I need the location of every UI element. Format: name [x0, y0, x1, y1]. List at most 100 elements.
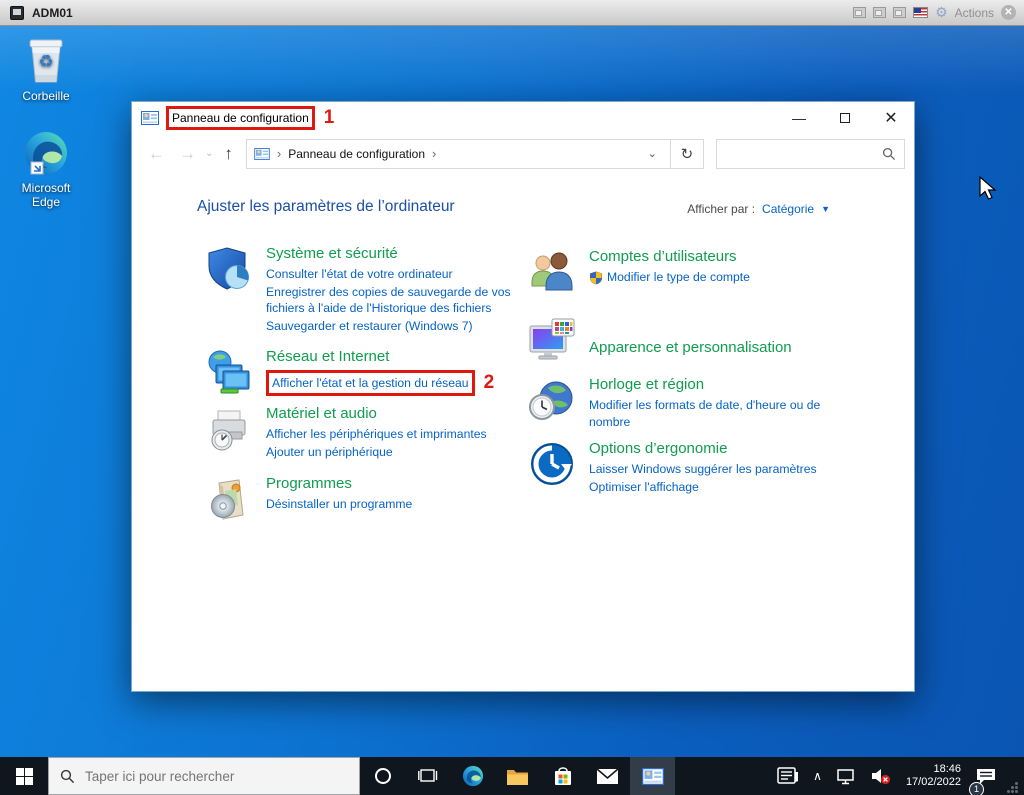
category-link[interactable]: Enregistrer des copies de sauvegarde de … [266, 284, 538, 317]
windows-logo-icon [15, 767, 33, 785]
minimize-button[interactable]: — [776, 102, 822, 133]
clock-date: 17/02/2022 [905, 776, 961, 788]
category-appearance: Apparence et personnalisation [528, 316, 863, 369]
task-view-button[interactable] [405, 757, 450, 795]
category-network-internet: Réseau et Internet Afficher l'état et la… [205, 348, 540, 401]
category-title[interactable]: Réseau et Internet [266, 348, 389, 365]
news-icon [777, 767, 799, 784]
refresh-button[interactable]: ↻ [670, 138, 704, 169]
control-panel-icon [254, 147, 270, 160]
cortana-icon [374, 768, 391, 784]
category-link[interactable]: Consulter l'état de votre ordinateur [266, 266, 453, 283]
desktop-icon-label: Corbeille [22, 89, 70, 103]
view-by-dropdown[interactable]: Catégorie [762, 202, 814, 216]
category-clock-region: Horloge et région Modifier les formats d… [528, 376, 863, 431]
vm-thumbnail-icon[interactable] [873, 7, 887, 18]
recycle-bin-icon: ♻ [29, 39, 63, 83]
annotation-number-2: 2 [483, 372, 495, 393]
category-title[interactable]: Matériel et audio [266, 405, 377, 422]
keyboard-layout-flag-icon[interactable] [913, 7, 929, 18]
news-widget-button[interactable] [770, 757, 806, 795]
close-button[interactable]: ✕ [868, 102, 914, 133]
category-link[interactable]: Ajouter un périphérique [266, 444, 393, 461]
clock-time: 18:46 [933, 763, 961, 775]
shield-security-icon [205, 245, 253, 335]
task-view-icon [417, 769, 437, 782]
category-system-security: Système et sécurité Consulter l'état de … [205, 245, 540, 335]
category-title[interactable]: Système et sécurité [266, 245, 398, 262]
category-link[interactable]: Modifier le type de compte [607, 269, 750, 286]
volume-tray-button[interactable] [863, 757, 898, 795]
taskbar-explorer-button[interactable] [495, 757, 540, 795]
taskbar-clock[interactable]: 18:46 17/02/2022 [898, 763, 969, 789]
taskbar-store-button[interactable] [540, 757, 585, 795]
volume-muted-icon [871, 769, 891, 785]
taskbar-control-panel-button[interactable] [630, 757, 675, 795]
vm-actions-button[interactable]: Actions [955, 6, 994, 20]
address-bar[interactable]: › Panneau de configuration › ⌄ [245, 138, 671, 169]
history-dropdown-icon[interactable]: ⌄ [203, 148, 215, 159]
search-input[interactable] [724, 146, 882, 161]
page-title: Ajuster les paramètres de l’ordinateur [197, 198, 455, 215]
annotation-box-1: Panneau de configuration [166, 105, 315, 130]
forward-button[interactable]: → [172, 144, 203, 164]
desktop: ♻ Corbeille Microsoft Edge Panneau de co… [0, 26, 1024, 757]
taskbar-mail-button[interactable] [585, 757, 630, 795]
address-dropdown-icon[interactable]: ⌄ [642, 147, 663, 160]
category-title[interactable]: Comptes d’utilisateurs [589, 248, 737, 265]
maximize-button[interactable] [822, 102, 868, 133]
category-link[interactable]: Sauvegarder et restaurer (Windows 7) [266, 318, 473, 335]
explorer-search-box[interactable] [715, 138, 905, 169]
vm-title: ADM01 [32, 5, 73, 20]
taskbar-search-input[interactable] [85, 768, 348, 784]
taskbar: ∧ 18:46 17/02/2022 [0, 757, 1024, 795]
vm-close-icon[interactable]: ✕ [1001, 5, 1016, 20]
category-ease-of-access: Options d’ergonomie Laisser Windows sugg… [528, 440, 863, 496]
control-panel-window: Panneau de configuration 1 — ✕ ← → ⌄ ↑ ›… [131, 101, 915, 692]
printer-audio-icon [205, 405, 253, 461]
annotation-number-1: 1 [323, 106, 335, 128]
chevron-up-icon: ∧ [813, 769, 822, 783]
category-link[interactable]: Laisser Windows suggérer les paramètres [589, 461, 817, 478]
control-panel-content: Ajuster les paramètres de l’ordinateur A… [132, 174, 914, 691]
category-hardware-sound: Matériel et audio Afficher les périphéri… [205, 405, 540, 461]
start-button[interactable] [0, 757, 48, 795]
back-button[interactable]: ← [141, 144, 172, 164]
cortana-button[interactable] [360, 757, 405, 795]
vm-window-icon [10, 5, 24, 20]
up-button[interactable]: ↑ [215, 144, 242, 164]
taskbar-search[interactable] [48, 757, 360, 795]
category-title[interactable]: Options d’ergonomie [589, 440, 727, 457]
clock-globe-icon [528, 376, 576, 431]
vm-thumbnail-icon[interactable] [893, 7, 907, 18]
network-status-link[interactable]: Afficher l'état et la gestion du réseau [272, 376, 469, 390]
resize-grip[interactable] [1007, 782, 1018, 793]
breadcrumb[interactable]: Panneau de configuration [288, 147, 425, 161]
category-link[interactable]: Désinstaller un programme [266, 496, 412, 513]
uac-shield-icon [590, 271, 602, 285]
breadcrumb-separator: › [276, 146, 282, 161]
vm-toolbar: ADM01 ⚙ Actions ✕ [0, 0, 1024, 26]
desktop-icon-label: Microsoft Edge [21, 181, 71, 209]
gear-icon[interactable]: ⚙ [935, 6, 948, 20]
taskbar-edge-button[interactable] [450, 757, 495, 795]
category-link[interactable]: Afficher les périphériques et imprimante… [266, 426, 487, 443]
category-link[interactable]: Modifier les formats de date, d'heure ou… [589, 397, 857, 430]
category-title[interactable]: Programmes [266, 475, 352, 492]
desktop-icon-recycle-bin[interactable]: ♻ Corbeille [6, 34, 86, 103]
tray-overflow-button[interactable]: ∧ [806, 757, 829, 795]
window-titlebar[interactable]: Panneau de configuration 1 — ✕ [132, 102, 914, 133]
action-center-button[interactable]: 1 [969, 757, 1007, 795]
category-link[interactable]: Optimiser l'affichage [589, 479, 699, 496]
desktop-icon-edge[interactable]: Microsoft Edge [6, 128, 86, 209]
category-title[interactable]: Apparence et personnalisation [589, 339, 792, 356]
explorer-navbar: ← → ⌄ ↑ › Panneau de configuration › ⌄ ↻ [132, 133, 914, 174]
search-icon [882, 147, 896, 160]
category-title[interactable]: Horloge et région [589, 376, 704, 393]
vm-thumbnail-icon[interactable] [853, 7, 867, 18]
view-by-label: Afficher par : [687, 202, 756, 216]
network-tray-button[interactable] [829, 757, 863, 795]
view-by-dropdown-icon[interactable]: ▼ [821, 204, 830, 214]
svg-text:♻: ♻ [38, 52, 53, 72]
breadcrumb-separator[interactable]: › [432, 146, 436, 161]
